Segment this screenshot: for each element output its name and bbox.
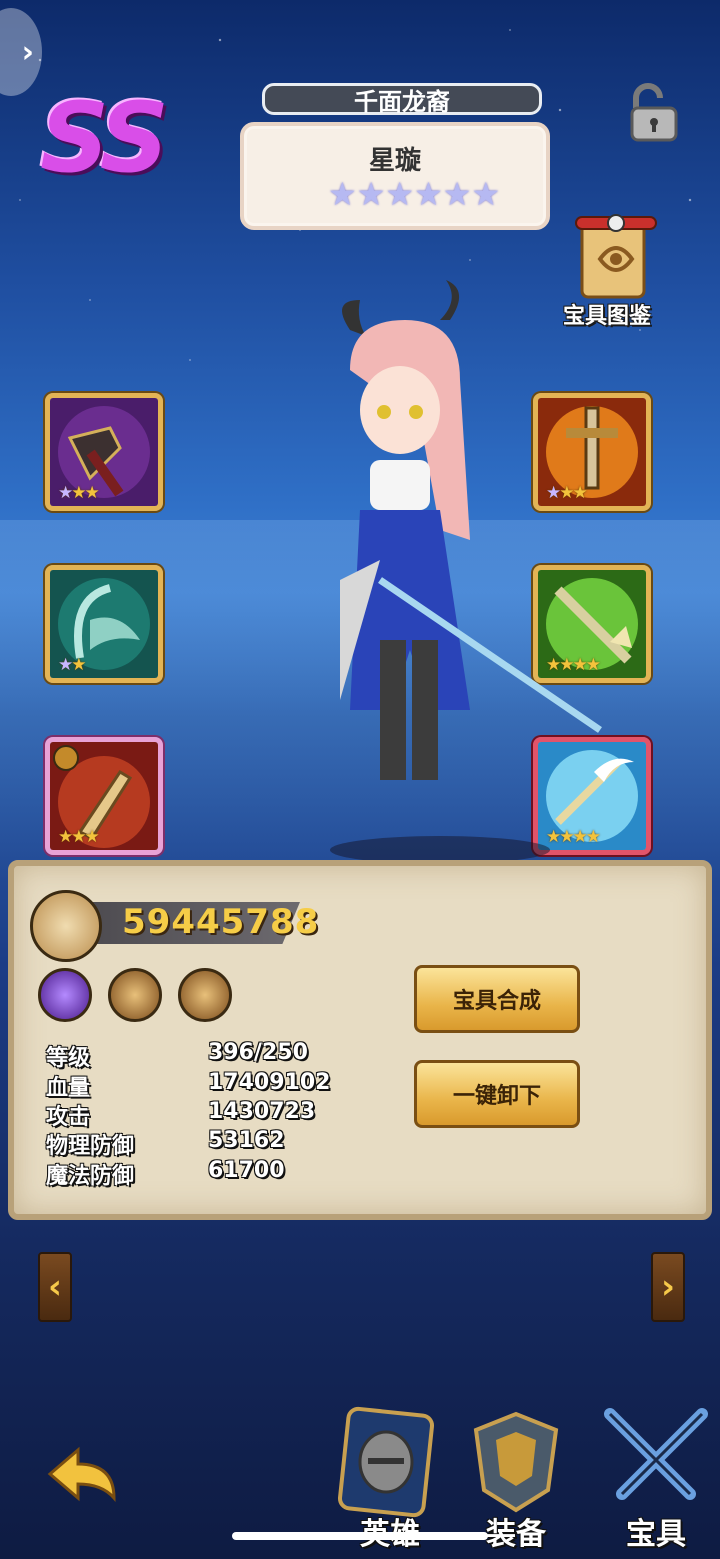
stat-label-level: 等级 [46, 1046, 91, 1071]
chevron-right-icon: › [21, 34, 34, 70]
tab-artifact-label: 宝具 [626, 1517, 686, 1552]
artifact-slot-5[interactable]: ★★★ [45, 737, 163, 855]
hero-star-icon: ★ [471, 175, 501, 213]
stat-label-phys-def: 物理防御 [46, 1134, 135, 1159]
slot-stars: ★★★ [58, 827, 100, 847]
home-indicator[interactable] [232, 1532, 488, 1540]
combat-power: 59445788 [122, 902, 320, 942]
slot-star-icon: ★ [71, 655, 86, 675]
hero-name: 星璇 [368, 146, 421, 176]
collapse-button[interactable]: › [0, 8, 42, 96]
slot-star-icon: ★ [84, 483, 100, 503]
stat-label-hp: 血量 [46, 1076, 91, 1101]
stat-label-magic-def: 魔法防御 [46, 1164, 135, 1189]
slot-star-icon: ★ [58, 483, 73, 503]
tab-artifact[interactable]: 宝具 [596, 1400, 716, 1559]
hero-star-icon: ★ [385, 175, 415, 213]
prev-hero-button[interactable]: ‹ [38, 1252, 72, 1322]
unlock-icon[interactable] [622, 82, 684, 144]
hero-star-icon: ★ [442, 175, 472, 213]
slot-stars: ★★★ [58, 483, 100, 503]
next-hero-button[interactable]: › [651, 1252, 685, 1322]
slot-star-icon: ★ [58, 655, 73, 675]
tab-hero-label: 英雄 [330, 1509, 450, 1553]
stat-value-magic-def: 61700 [208, 1158, 285, 1183]
return-arrow-icon[interactable] [44, 1444, 120, 1504]
stat-value-attack: 1430723 [208, 1099, 316, 1124]
artifact-slot-1[interactable]: ★★★ [45, 393, 163, 511]
crossed-swords-tab-icon [604, 1408, 708, 1500]
hero-star-icon: ★ [356, 175, 386, 213]
stat-label-attack: 攻击 [46, 1105, 91, 1130]
slot-star-icon: ★ [71, 827, 86, 847]
rank-badge: SS [40, 82, 169, 194]
armor-icon [473, 1411, 559, 1513]
hero-star-rating: ★ ★ ★ ★ ★ ★ [328, 178, 500, 210]
hero-name-card: 星璇 ★ ★ ★ ★ ★ ★ [240, 122, 550, 230]
synthesize-button[interactable]: 宝具合成 [414, 965, 580, 1033]
skill-scimitar-icon[interactable] [108, 968, 162, 1022]
hero-title-bar: 千面龙裔 [262, 83, 542, 116]
artifact-slot-3[interactable]: ★★ [45, 565, 163, 683]
stat-value-hp: 17409102 [208, 1070, 331, 1095]
unequip-all-button[interactable]: 一键卸下 [414, 1060, 580, 1128]
crossed-swords-icon [30, 890, 102, 962]
knight-helmet-icon [337, 1406, 435, 1518]
tab-equipment-label: 装备 [486, 1517, 546, 1552]
slot-star-icon: ★ [71, 483, 86, 503]
skill-sword-icon[interactable] [178, 968, 232, 1022]
hero-title: 千面龙裔 [354, 87, 450, 116]
hero-character-model [330, 280, 602, 860]
hero-star-icon: ★ [414, 175, 443, 213]
slot-star-icon: ★ [84, 827, 100, 847]
hero-star-icon: ★ [328, 175, 357, 213]
slot-stars: ★★ [58, 655, 87, 675]
stat-value-level: 396/250 [208, 1040, 308, 1065]
slot-star-icon: ★ [58, 827, 73, 847]
stat-value-phys-def: 53162 [208, 1128, 285, 1153]
skill-eye-icon[interactable] [38, 968, 92, 1022]
